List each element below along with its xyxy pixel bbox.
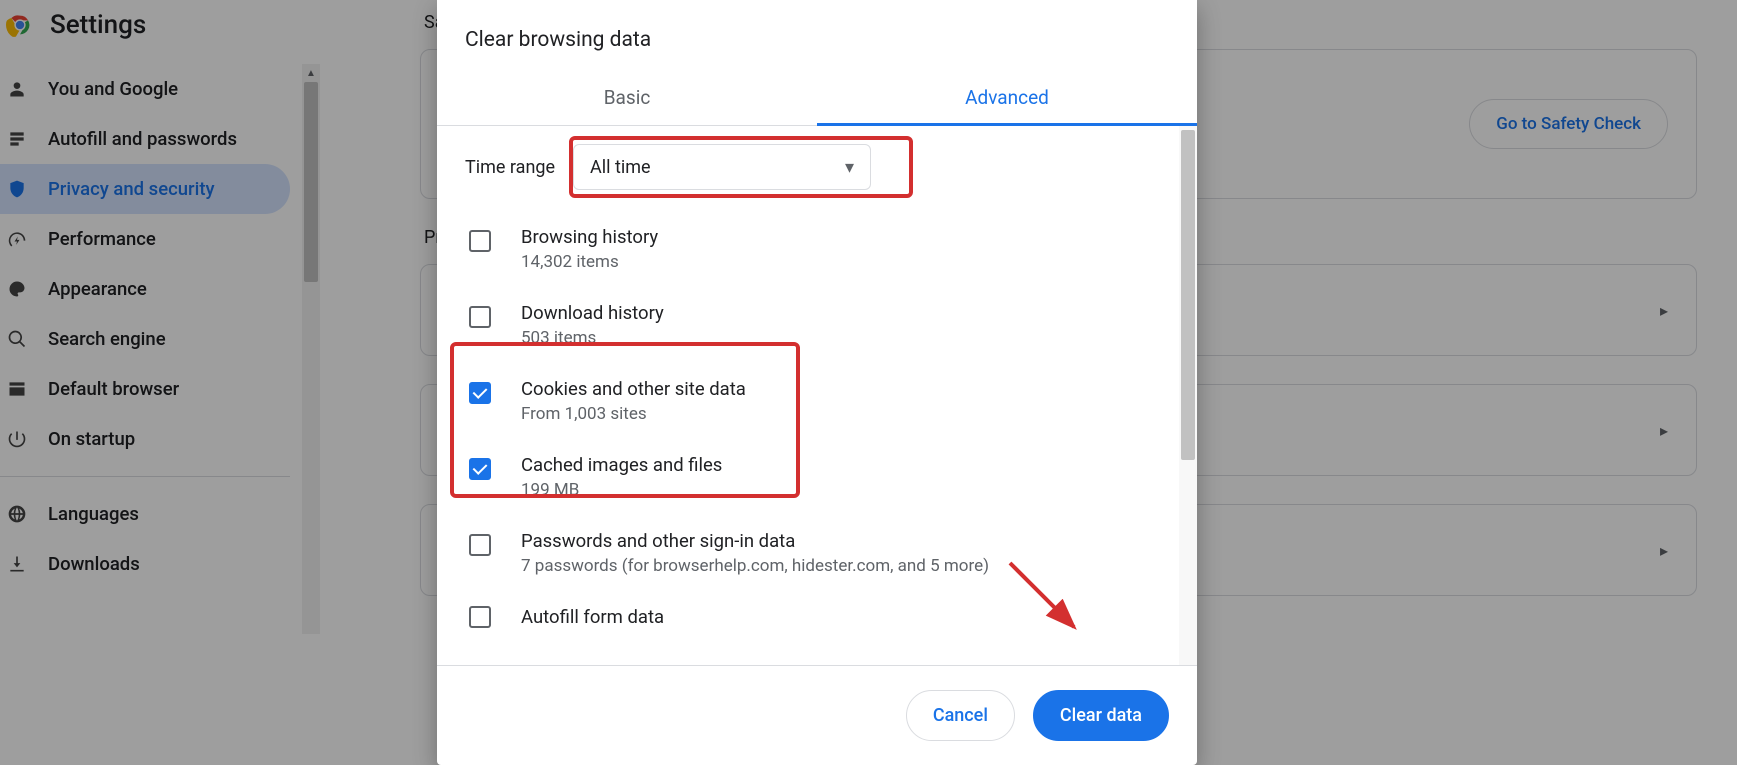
checkbox[interactable]	[469, 606, 491, 628]
option-title: Passwords and other sign-in data	[521, 530, 989, 552]
option-download-history[interactable]: Download history 503 items	[465, 290, 1189, 366]
cancel-button[interactable]: Cancel	[906, 690, 1015, 741]
clear-browsing-data-dialog: Clear browsing data Basic Advanced Time …	[437, 0, 1197, 765]
checkbox[interactable]	[469, 458, 491, 480]
checkbox[interactable]	[469, 306, 491, 328]
chevron-down-icon: ▾	[845, 157, 854, 178]
option-browsing-history[interactable]: Browsing history 14,302 items	[465, 214, 1189, 290]
option-title: Cookies and other site data	[521, 378, 746, 400]
tab-advanced[interactable]: Advanced	[817, 72, 1197, 125]
dialog-body: Time range All time ▾ Browsing history 1…	[437, 126, 1197, 665]
time-range-value: All time	[590, 157, 651, 178]
option-subtitle: 199 MB	[521, 480, 722, 500]
option-subtitle: 14,302 items	[521, 252, 658, 272]
option-passwords[interactable]: Passwords and other sign-in data 7 passw…	[465, 518, 1189, 594]
option-subtitle: From 1,003 sites	[521, 404, 746, 424]
checkbox[interactable]	[469, 230, 491, 252]
dialog-title: Clear browsing data	[437, 0, 1197, 72]
option-autofill[interactable]: Autofill form data	[465, 594, 1189, 632]
option-title: Download history	[521, 302, 664, 324]
option-subtitle: 7 passwords (for browserhelp.com, hidest…	[521, 556, 989, 576]
tab-basic[interactable]: Basic	[437, 72, 817, 125]
option-title: Autofill form data	[521, 606, 664, 628]
dialog-scrollbar[interactable]	[1179, 126, 1197, 665]
option-cookies[interactable]: Cookies and other site data From 1,003 s…	[465, 366, 1189, 442]
dialog-tabs: Basic Advanced	[437, 72, 1197, 126]
option-cached-images[interactable]: Cached images and files 199 MB	[465, 442, 1189, 518]
time-range-select[interactable]: All time ▾	[573, 144, 871, 190]
time-range-label: Time range	[465, 157, 555, 178]
clear-data-button[interactable]: Clear data	[1033, 690, 1169, 741]
scroll-thumb[interactable]	[1181, 130, 1195, 460]
checkbox[interactable]	[469, 534, 491, 556]
option-title: Cached images and files	[521, 454, 722, 476]
option-title: Browsing history	[521, 226, 658, 248]
dialog-footer: Cancel Clear data	[437, 665, 1197, 765]
option-subtitle: 503 items	[521, 328, 664, 348]
checkbox[interactable]	[469, 382, 491, 404]
